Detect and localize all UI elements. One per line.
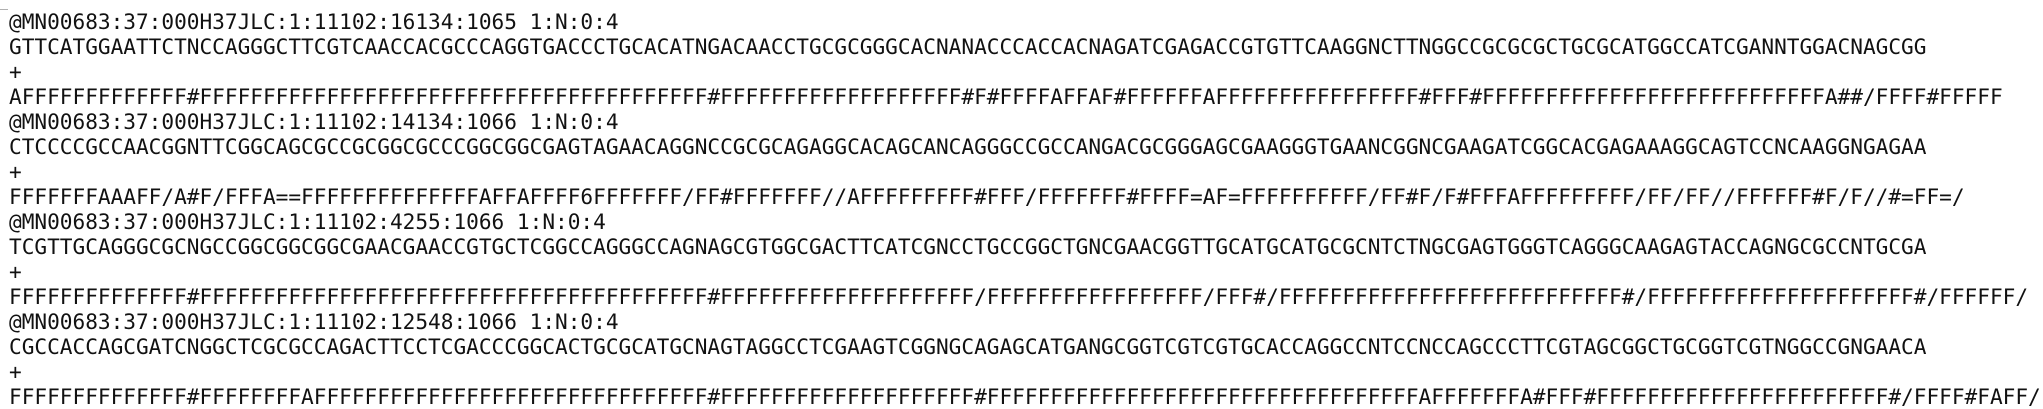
read-1-quality: AFFFFFFFFFFFFF#FFFFFFFFFFFFFFFFFFFFFFFFF…	[9, 84, 2003, 109]
read-2-quality: FFFFFFFAAAFF/A#F/FFFA==FFFFFFFFFFFFFFAFF…	[9, 184, 1965, 209]
read-4-header: @MN00683:37:000H37JLC:1:11102:12548:1066…	[9, 309, 619, 334]
read-3-separator: +	[9, 259, 22, 284]
fastq-text-view[interactable]: @MN00683:37:000H37JLC:1:11102:16134:1065…	[0, 0, 2043, 409]
read-2-separator: +	[9, 159, 22, 184]
read-3-header: @MN00683:37:000H37JLC:1:11102:4255:1066 …	[9, 209, 606, 234]
read-1-header: @MN00683:37:000H37JLC:1:11102:16134:1065…	[9, 9, 619, 34]
read-3-sequence: TCGTTGCAGGGCGCNGCCGGCGGCGGCGAACGAACCGTGC…	[9, 234, 1927, 259]
read-4-separator: +	[9, 359, 22, 384]
read-1-separator: +	[9, 59, 22, 84]
read-3-quality: FFFFFFFFFFFFFF#FFFFFFFFFFFFFFFFFFFFFFFFF…	[9, 284, 2029, 309]
read-4-sequence: CGCCACCAGCGATCNGGCTCGCGCCAGACTTCCTCGACCC…	[9, 334, 1927, 359]
line-marker	[0, 9, 8, 10]
fastq-content: @MN00683:37:000H37JLC:1:11102:16134:1065…	[9, 9, 2041, 409]
read-4-quality: FFFFFFFFFFFFFF#FFFFFFFFAFFFFFFFFFFFFFFFF…	[9, 384, 2041, 409]
read-2-sequence: CTCCCCGCCAACGGNTTCGGCAGCGCCGCGGCGCCCGGCG…	[9, 134, 1927, 159]
read-2-header: @MN00683:37:000H37JLC:1:11102:14134:1066…	[9, 109, 619, 134]
read-1-sequence: GTTCATGGAATTCTNCCAGGGCTTCGTCAACCACGCCCAG…	[9, 34, 1927, 59]
